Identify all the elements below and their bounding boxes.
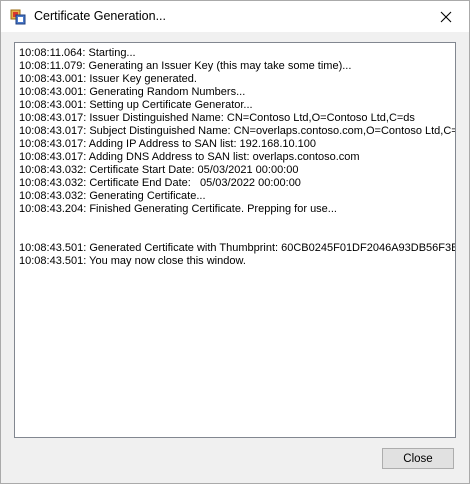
log-line: 10:08:43.001: Issuer Key generated. — [19, 73, 197, 85]
log-lines: 10:08:11.064: Starting... 10:08:11.079: … — [19, 47, 456, 268]
log-line: 10:08:43.001: Setting up Certificate Gen… — [19, 99, 253, 111]
log-line: 10:08:43.017: Issuer Distinguished Name:… — [19, 112, 415, 124]
log-output-textbox[interactable]: 10:08:11.064: Starting... 10:08:11.079: … — [14, 42, 456, 438]
log-line: 10:08:43.501: You may now close this win… — [19, 255, 246, 267]
log-line: 10:08:43.017: Subject Distinguished Name… — [19, 125, 456, 137]
log-line: 10:08:43.501: Generated Certificate with… — [19, 242, 456, 254]
log-line: 10:08:43.017: Adding DNS Address to SAN … — [19, 151, 360, 163]
close-icon[interactable] — [423, 1, 469, 32]
certificate-app-icon — [10, 9, 26, 25]
certificate-generation-window: Certificate Generation... 10:08:11.064: … — [0, 0, 470, 484]
log-line: 10:08:43.032: Certificate Start Date: 05… — [19, 164, 299, 176]
log-line: 10:08:43.017: Adding IP Address to SAN l… — [19, 138, 317, 150]
log-line: 10:08:43.032: Certificate End Date: 05/0… — [19, 177, 301, 189]
log-line: 10:08:11.079: Generating an Issuer Key (… — [19, 60, 352, 72]
log-line: 10:08:11.064: Starting... — [19, 47, 136, 59]
window-title: Certificate Generation... — [34, 9, 167, 23]
log-line: 10:08:43.204: Finished Generating Certif… — [19, 203, 337, 215]
title-bar[interactable]: Certificate Generation... — [1, 1, 469, 32]
log-line: 10:08:43.032: Generating Certificate... — [19, 190, 206, 202]
close-button[interactable]: Close — [382, 448, 454, 469]
log-line: 10:08:43.001: Generating Random Numbers.… — [19, 86, 246, 98]
